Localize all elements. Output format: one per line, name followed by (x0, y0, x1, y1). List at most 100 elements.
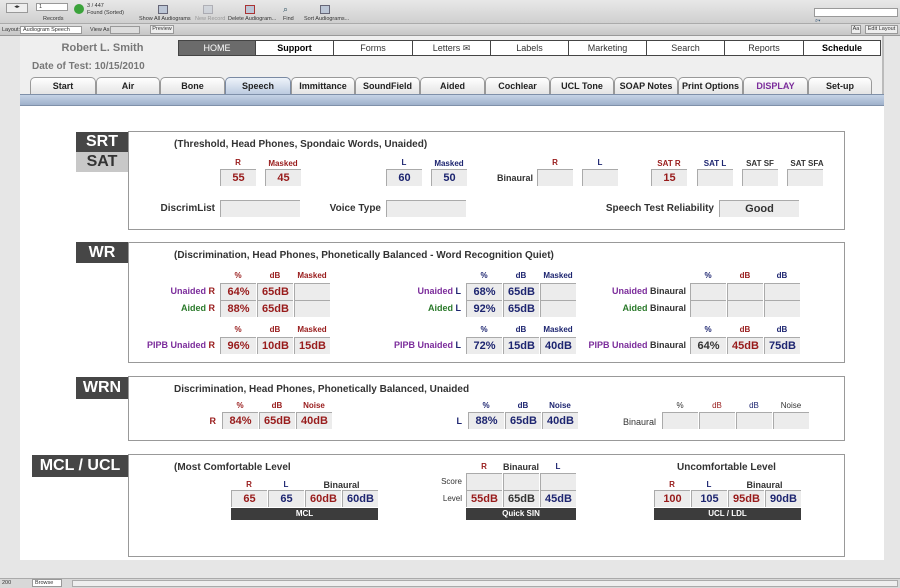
sat-r-field[interactable]: 15 (651, 169, 687, 186)
wr-bin-unaided-field[interactable] (690, 283, 726, 300)
tab-air[interactable]: Air (96, 77, 160, 94)
mode-select[interactable]: Browse (32, 579, 62, 587)
wrn-left-field[interactable]: 40dB (542, 412, 578, 429)
wrn-left-field[interactable]: 65dB (505, 412, 541, 429)
wr-right-pipb-field[interactable]: 96% (220, 337, 256, 354)
srt-r-masked-field[interactable]: 45 (265, 169, 301, 186)
tab-soundfield[interactable]: SoundField (355, 77, 420, 94)
nav-home[interactable]: HOME (178, 40, 256, 56)
qs-score-field[interactable] (503, 473, 539, 490)
view-as-toggle[interactable] (110, 26, 140, 34)
wrn-right-field[interactable]: 40dB (296, 412, 332, 429)
tab-cochlear[interactable]: Cochlear (485, 77, 550, 94)
zoom-level[interactable]: 200 (2, 580, 11, 586)
tab-start[interactable]: Start (30, 77, 96, 94)
tab-soap-notes[interactable]: SOAP Notes (614, 77, 678, 94)
wr-right-aided-field[interactable]: 88% (220, 300, 256, 317)
ucl-field[interactable]: 100 (654, 490, 690, 507)
sat-sfa-field[interactable] (787, 169, 823, 186)
srt-l-masked-field[interactable]: 50 (431, 169, 467, 186)
qs-score-field[interactable] (540, 473, 576, 490)
show-all-button[interactable]: Show All Audiograms (139, 16, 191, 22)
wr-left-unaided-field[interactable] (540, 283, 576, 300)
wr-bin-unaided-field[interactable] (764, 283, 800, 300)
text-size-button[interactable]: Aа (851, 25, 861, 34)
wr-bin-aided-field[interactable] (690, 300, 726, 317)
discrim-list-field[interactable] (220, 200, 300, 217)
find-magnifier-icon[interactable]: ⌕ (283, 4, 288, 15)
new-record-button[interactable]: New Record (195, 16, 225, 22)
nav-reports[interactable]: Reports (724, 40, 804, 56)
wr-right-unaided-field[interactable]: 64% (220, 283, 256, 300)
new-record-icon[interactable] (203, 5, 213, 14)
tab-print-options[interactable]: Print Options (678, 77, 743, 94)
qs-level-field[interactable]: 55dB (466, 490, 502, 507)
qs-score-field[interactable] (466, 473, 502, 490)
srt-r-field[interactable]: 55 (220, 169, 256, 186)
tab-bone[interactable]: Bone (160, 77, 225, 94)
nav-support[interactable]: Support (255, 40, 334, 56)
nav-labels[interactable]: Labels (490, 40, 569, 56)
record-nav-buttons[interactable]: ◂▸ (6, 3, 28, 13)
show-all-icon[interactable] (158, 5, 168, 14)
ucl-field[interactable]: 90dB (765, 490, 801, 507)
tab-display[interactable]: DISPLAY (743, 77, 808, 94)
mcl-field[interactable]: 65 (268, 490, 304, 507)
wr-left-pipb-field[interactable]: 40dB (540, 337, 576, 354)
wr-right-aided-field[interactable] (294, 300, 330, 317)
mcl-field[interactable]: 60dB (342, 490, 378, 507)
srt-l-field[interactable]: 60 (386, 169, 422, 186)
wr-bin-pipb-field[interactable]: 75dB (764, 337, 800, 354)
qs-level-field[interactable]: 65dB (503, 490, 539, 507)
tab-speech[interactable]: Speech (225, 77, 291, 94)
wrn-right-field[interactable]: 65dB (259, 412, 295, 429)
horizontal-scrollbar[interactable] (72, 580, 898, 587)
ucl-field[interactable]: 105 (691, 490, 727, 507)
sat-l-field[interactable] (697, 169, 733, 186)
srt-bin-r-field[interactable] (537, 169, 573, 186)
sort-icon[interactable] (320, 5, 330, 14)
wr-right-unaided-field[interactable] (294, 283, 330, 300)
nav-forms[interactable]: Forms (333, 40, 413, 56)
nav-schedule[interactable]: Schedule (803, 40, 881, 56)
wr-left-unaided-field[interactable]: 65dB (503, 283, 539, 300)
wr-left-unaided-field[interactable]: 68% (466, 283, 502, 300)
find-button[interactable]: Find (283, 16, 294, 22)
delete-icon[interactable] (245, 5, 255, 14)
record-number-input[interactable]: 1 (36, 3, 68, 11)
tab-immittance[interactable]: Immittance (291, 77, 355, 94)
tab-aided[interactable]: Aided (420, 77, 485, 94)
reliability-field[interactable]: Good (719, 200, 799, 217)
mcl-field[interactable]: 65 (231, 490, 267, 507)
wr-bin-aided-field[interactable] (727, 300, 763, 317)
sort-button[interactable]: Sort Audiograms... (304, 16, 349, 22)
wr-bin-pipb-field[interactable]: 64% (690, 337, 726, 354)
wr-left-aided-field[interactable]: 65dB (503, 300, 539, 317)
nav-search[interactable]: Search (646, 40, 725, 56)
voice-type-field[interactable] (386, 200, 466, 217)
wrn-bin-field[interactable] (736, 412, 772, 429)
layout-select[interactable]: Audiogram Speech (20, 26, 82, 34)
delete-button[interactable]: Delete Audiogram... (228, 16, 276, 22)
wr-left-pipb-field[interactable]: 72% (466, 337, 502, 354)
preview-button[interactable]: Preview (150, 25, 174, 34)
edit-layout-button[interactable]: Edit Layout (865, 25, 898, 34)
wr-right-unaided-field[interactable]: 65dB (257, 283, 293, 300)
wrn-bin-field[interactable] (699, 412, 735, 429)
wrn-right-field[interactable]: 84% (222, 412, 258, 429)
tab-set-up[interactable]: Set-up (808, 77, 872, 94)
wr-left-aided-field[interactable] (540, 300, 576, 317)
wr-right-pipb-field[interactable]: 10dB (257, 337, 293, 354)
wr-bin-unaided-field[interactable] (727, 283, 763, 300)
ucl-field[interactable]: 95dB (728, 490, 764, 507)
wr-right-pipb-field[interactable]: 15dB (294, 337, 330, 354)
nav-marketing[interactable]: Marketing (568, 40, 647, 56)
sat-sf-field[interactable] (742, 169, 778, 186)
mcl-field[interactable]: 60dB (305, 490, 341, 507)
wr-left-pipb-field[interactable]: 15dB (503, 337, 539, 354)
srt-bin-l-field[interactable] (582, 169, 618, 186)
qs-level-field[interactable]: 45dB (540, 490, 576, 507)
quick-search-input[interactable]: ⌕▾ (814, 8, 898, 24)
wr-bin-pipb-field[interactable]: 45dB (727, 337, 763, 354)
tab-ucl-tone[interactable]: UCL Tone (550, 77, 614, 94)
